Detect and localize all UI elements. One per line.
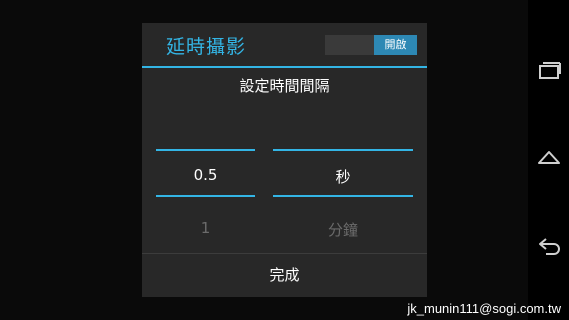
- timelapse-toggle[interactable]: 開啟: [325, 35, 417, 55]
- header-divider: [142, 66, 427, 68]
- navigation-bar: [528, 0, 569, 320]
- screen: 延時攝影 開啟 設定時間間隔 0.5 1 秒 分鐘 完成: [0, 0, 528, 320]
- value-picker-next[interactable]: 1: [156, 219, 255, 237]
- value-picker-selected[interactable]: 0.5: [156, 166, 255, 184]
- unit-picker-top-line: [273, 149, 413, 151]
- dialog-title: 延時攝影: [166, 36, 247, 58]
- dialog-header: 延時攝影 開啟: [142, 23, 427, 66]
- recent-apps-icon[interactable]: [536, 58, 562, 84]
- value-picker-bottom-line: [156, 195, 255, 197]
- unit-picker-selected[interactable]: 秒: [273, 166, 413, 187]
- timelapse-dialog: 延時攝影 開啟 設定時間間隔 0.5 1 秒 分鐘 完成: [142, 23, 427, 297]
- watermark-text: jk_munin111@sogi.com.tw: [407, 301, 561, 316]
- dialog-subtitle: 設定時間間隔: [239, 77, 330, 95]
- unit-picker-next[interactable]: 分鐘: [273, 219, 413, 240]
- unit-picker-bottom-line: [273, 195, 413, 197]
- back-icon[interactable]: [536, 233, 562, 259]
- toggle-on-label: 開啟: [374, 35, 417, 55]
- value-picker-top-line: [156, 149, 255, 151]
- done-button[interactable]: 完成: [142, 254, 427, 297]
- home-icon[interactable]: [536, 145, 562, 171]
